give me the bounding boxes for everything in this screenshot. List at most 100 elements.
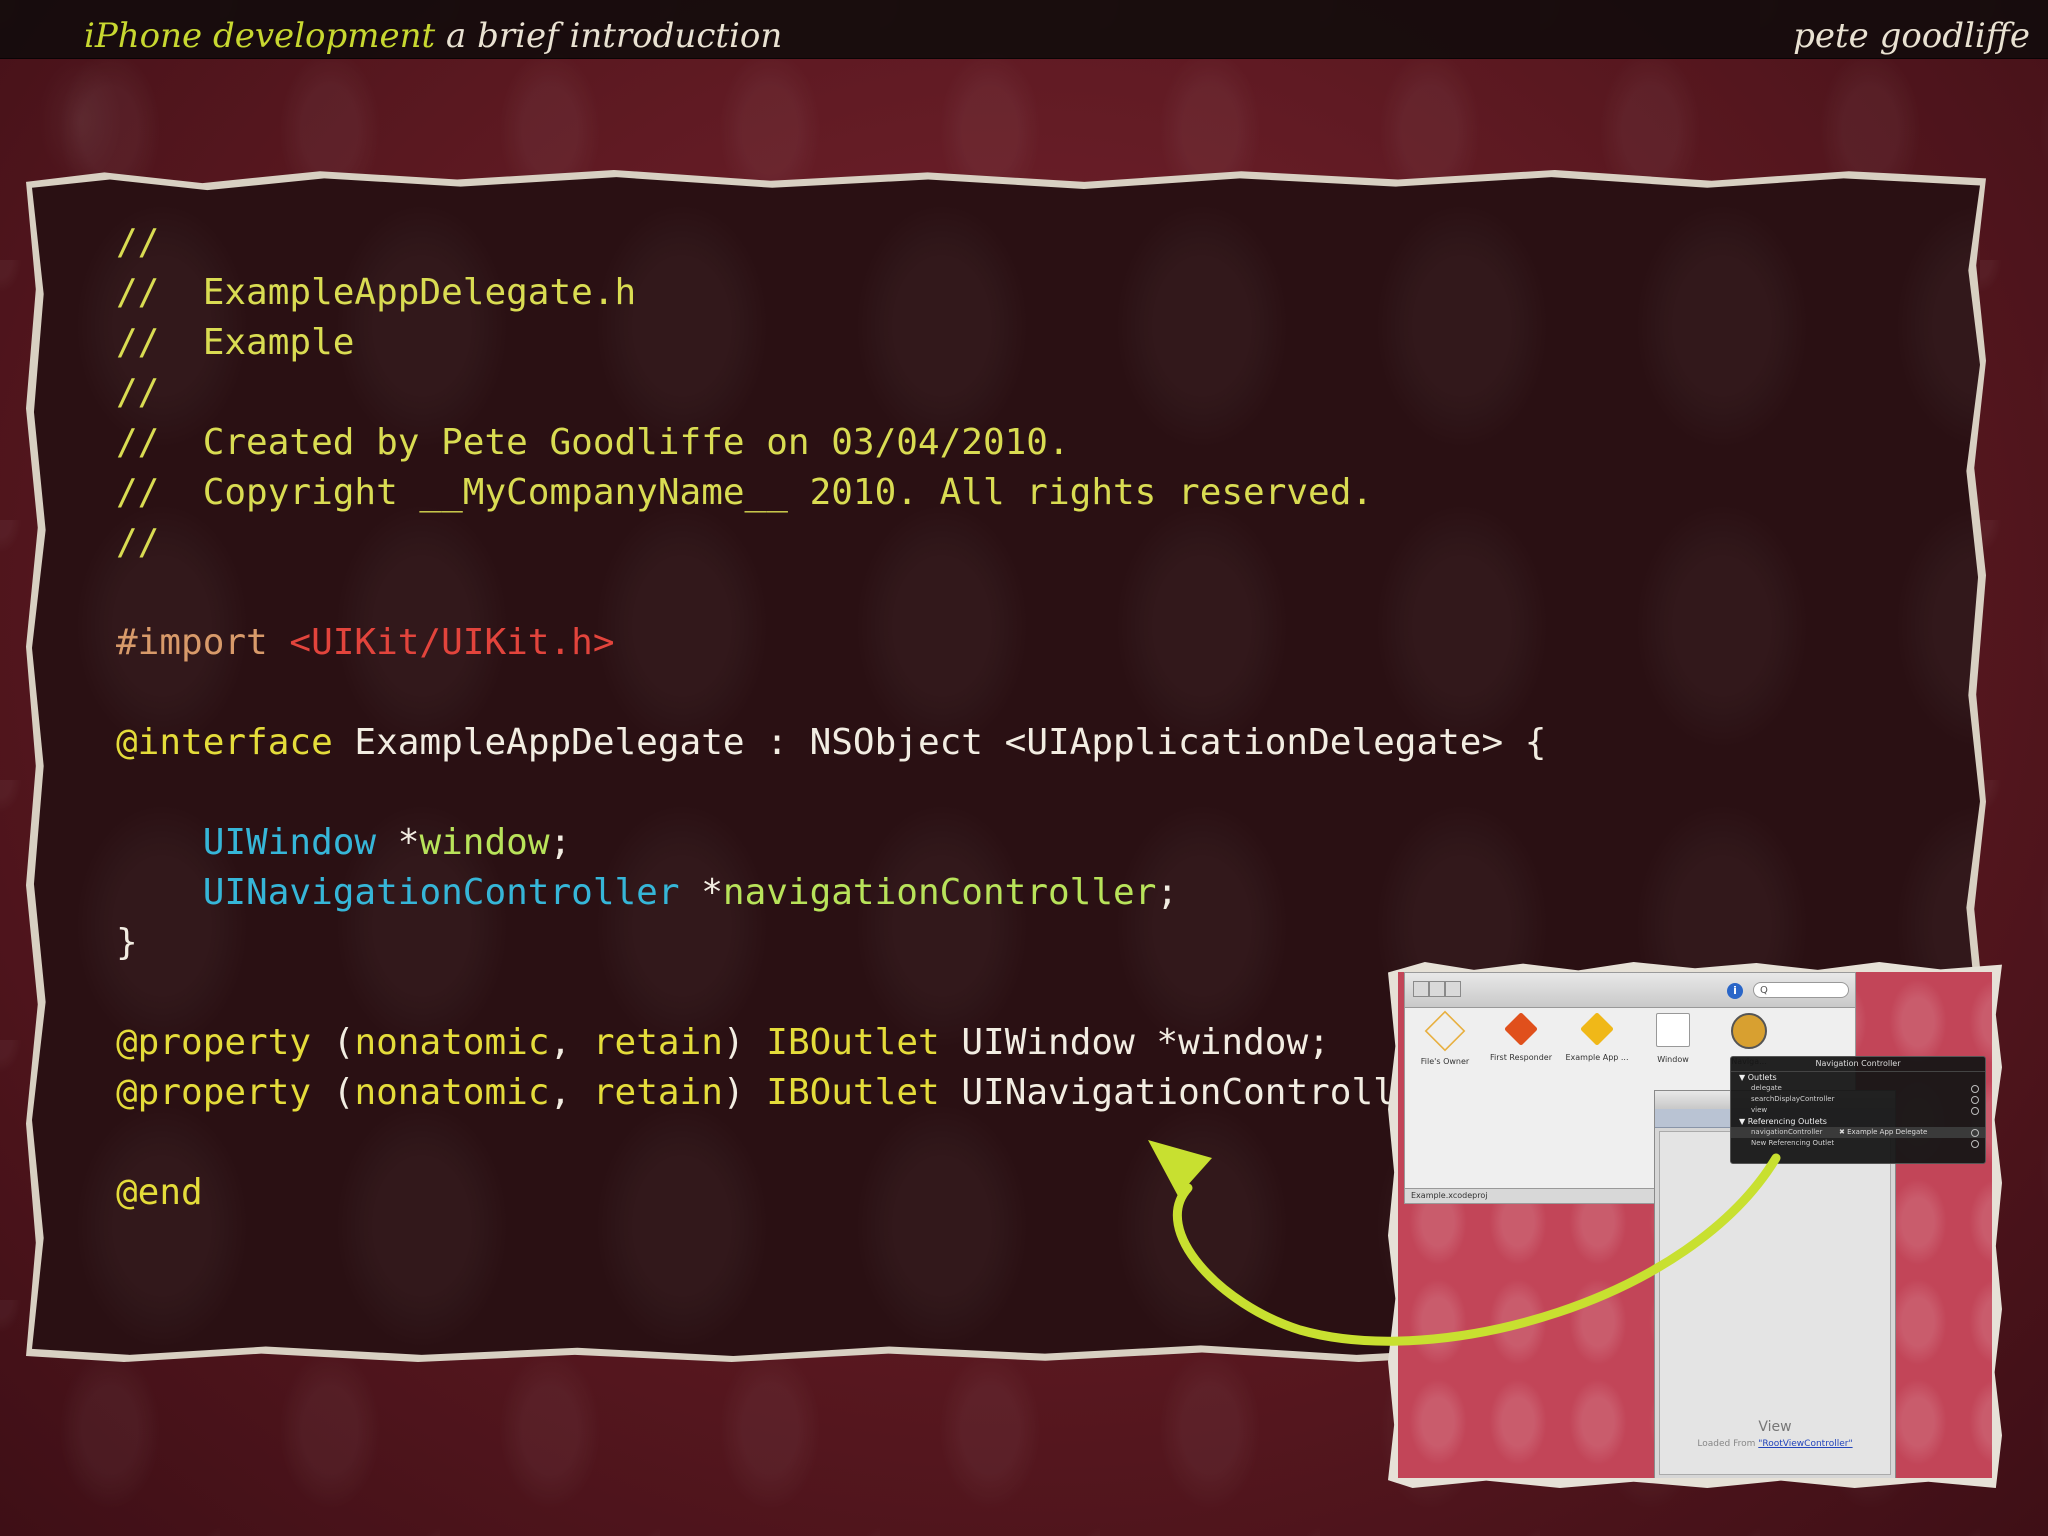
connection-circle-icon[interactable] (1971, 1129, 1979, 1137)
code-token-plain: UIWindow *window; (939, 1022, 1330, 1063)
code-token-kw: nonatomic (354, 1072, 550, 1113)
code-token-str: <UIKit/UIKit.h> (289, 622, 615, 663)
deck-title-accent: iPhone development (84, 16, 436, 56)
code-token-kw: retain (592, 1022, 723, 1063)
code-line: // Copyright __MyCompanyName__ 2010. All… (116, 468, 1546, 518)
slide-header-bar: iPhone development a brief introduction … (0, 0, 2048, 59)
code-line: // Created by Pete Goodliffe on 03/04/20… (116, 418, 1546, 468)
code-token-var: navigationController (722, 872, 1157, 913)
view-mode-icon-grid[interactable] (1413, 981, 1429, 997)
ib-object-label: Example App ... (1565, 1053, 1629, 1062)
code-token-plain: ; (1156, 872, 1179, 913)
connection-circle-icon[interactable] (1971, 1085, 1979, 1093)
code-token-var: window (419, 822, 550, 863)
code-token-type: UINavigationController (202, 872, 680, 913)
ib-object-item[interactable]: Example App ... (1565, 1012, 1629, 1062)
code-line: // (116, 518, 1546, 568)
code-line: @end (116, 1168, 1546, 1218)
ib-object-label: Window (1657, 1055, 1689, 1064)
code-token-kw: IBOutlet (766, 1022, 940, 1063)
code-token-plain: * (679, 872, 723, 913)
ib-object-label: First Responder (1490, 1053, 1552, 1062)
code-token-plain: , (549, 1022, 593, 1063)
referencing-outlets-list: navigationController ✖ Example App Delega… (1731, 1127, 1985, 1149)
code-token-plain: } (116, 922, 138, 963)
deck-title: iPhone development a brief introduction (84, 16, 782, 56)
connection-circle-icon[interactable] (1971, 1140, 1979, 1148)
code-token-plain: ) (722, 1022, 767, 1063)
red-cube-icon (1504, 1012, 1538, 1046)
code-line: // Example (116, 318, 1546, 368)
cube-wireframe-icon (1424, 1010, 1466, 1052)
connection-circle-icon[interactable] (1971, 1107, 1979, 1115)
outlet-name: view (1751, 1106, 1768, 1114)
code-token-plain: ) (722, 1072, 767, 1113)
outlet-name: searchDisplayController (1751, 1095, 1835, 1103)
code-token-kw: retain (592, 1072, 723, 1113)
navigation-controller-connections-panel: Navigation Controller ▼ Outlets delegate… (1730, 1056, 1986, 1164)
code-line: // ExampleAppDelegate.h (116, 268, 1546, 318)
code-token-comment: // (116, 372, 160, 413)
code-token-plain: , (549, 1072, 593, 1113)
view-mode-icon-columns[interactable] (1445, 981, 1461, 997)
code-token-type: UIWindow (202, 822, 377, 863)
code-token-plain: ( (311, 1072, 355, 1113)
code-token-pre: #import (116, 622, 290, 663)
code-token-kw: @property (116, 1022, 312, 1063)
code-line: // (116, 368, 1546, 418)
referencing-outlet-row[interactable]: navigationController ✖ Example App Delega… (1731, 1127, 1985, 1138)
code-listing: // // ExampleAppDelegate.h // Example // // … (116, 218, 1546, 1218)
connection-circle-icon[interactable] (1971, 1096, 1979, 1104)
connections-panel-title: Navigation Controller (1731, 1057, 1985, 1072)
interface-builder-screenshot: i Q File's Owner First Responder Example A… (1398, 972, 1992, 1478)
root-view-controller-link[interactable]: "RootViewController" (1758, 1439, 1852, 1449)
outlets-header: ▼ Outlets (1739, 1073, 1777, 1082)
referencing-outlet-name: navigationController (1751, 1128, 1823, 1136)
code-token-comment: // Copyright __MyCompanyName__ 2010. All… (116, 472, 1374, 513)
search-input[interactable]: Q (1753, 982, 1849, 998)
ib-object-item[interactable]: Window (1641, 1013, 1705, 1064)
view-loaded-from: Loaded From "RootViewController" (1655, 1439, 1895, 1449)
outlet-row[interactable]: searchDisplayController (1731, 1094, 1985, 1105)
ib-object-item[interactable]: First Responder (1489, 1012, 1553, 1062)
view-label: View (1758, 1419, 1792, 1435)
code-line: // (116, 218, 1546, 268)
outlet-row[interactable]: delegate (1731, 1083, 1985, 1094)
code-token-plain: UINavigationControll (939, 1072, 1395, 1113)
code-token-comment: // ExampleAppDelegate.h (116, 272, 637, 313)
code-token-comment: // (116, 222, 160, 263)
yellow-cube-icon (1580, 1012, 1614, 1046)
code-token-kw: nonatomic (354, 1022, 550, 1063)
nav-controller-icon (1731, 1013, 1767, 1049)
deck-title-rest: a brief introduction (446, 16, 783, 56)
outlets-list: delegate searchDisplayController view (1731, 1083, 1985, 1116)
code-token-kw: IBOutlet (766, 1072, 940, 1113)
referencing-outlet-row[interactable]: New Referencing Outlet (1731, 1138, 1985, 1149)
window-icon (1656, 1013, 1690, 1047)
ib-object-label: File's Owner (1420, 1057, 1470, 1066)
code-token-plain: * (376, 822, 420, 863)
outlet-row[interactable]: view (1731, 1105, 1985, 1116)
ib-object-item[interactable]: File's Owner (1413, 1010, 1477, 1066)
referencing-outlet-name: New Referencing Outlet (1751, 1139, 1835, 1147)
code-line: @interface ExampleAppDelegate : NSObject… (116, 718, 1546, 768)
code-line: @property (nonatomic, retain) IBOutlet U… (116, 1068, 1546, 1118)
outlet-name: delegate (1751, 1084, 1782, 1092)
code-token-comment: // Example (116, 322, 355, 363)
referencing-outlet-target[interactable]: ✖ Example App Delegate (1839, 1127, 1927, 1138)
author-name: pete goodliffe (1793, 16, 2030, 56)
code-line: @property (nonatomic, retain) IBOutlet U… (116, 1018, 1546, 1068)
info-icon[interactable]: i (1727, 983, 1743, 999)
ib-toolbar: i Q (1405, 973, 1855, 1008)
code-token-plain: ; (549, 822, 572, 863)
view-loaded-prefix: Loaded From (1697, 1439, 1756, 1449)
code-line: } (116, 918, 1546, 968)
code-line: #import <UIKit/UIKit.h> (116, 618, 1546, 668)
view-mode-icon-list[interactable] (1429, 981, 1445, 997)
